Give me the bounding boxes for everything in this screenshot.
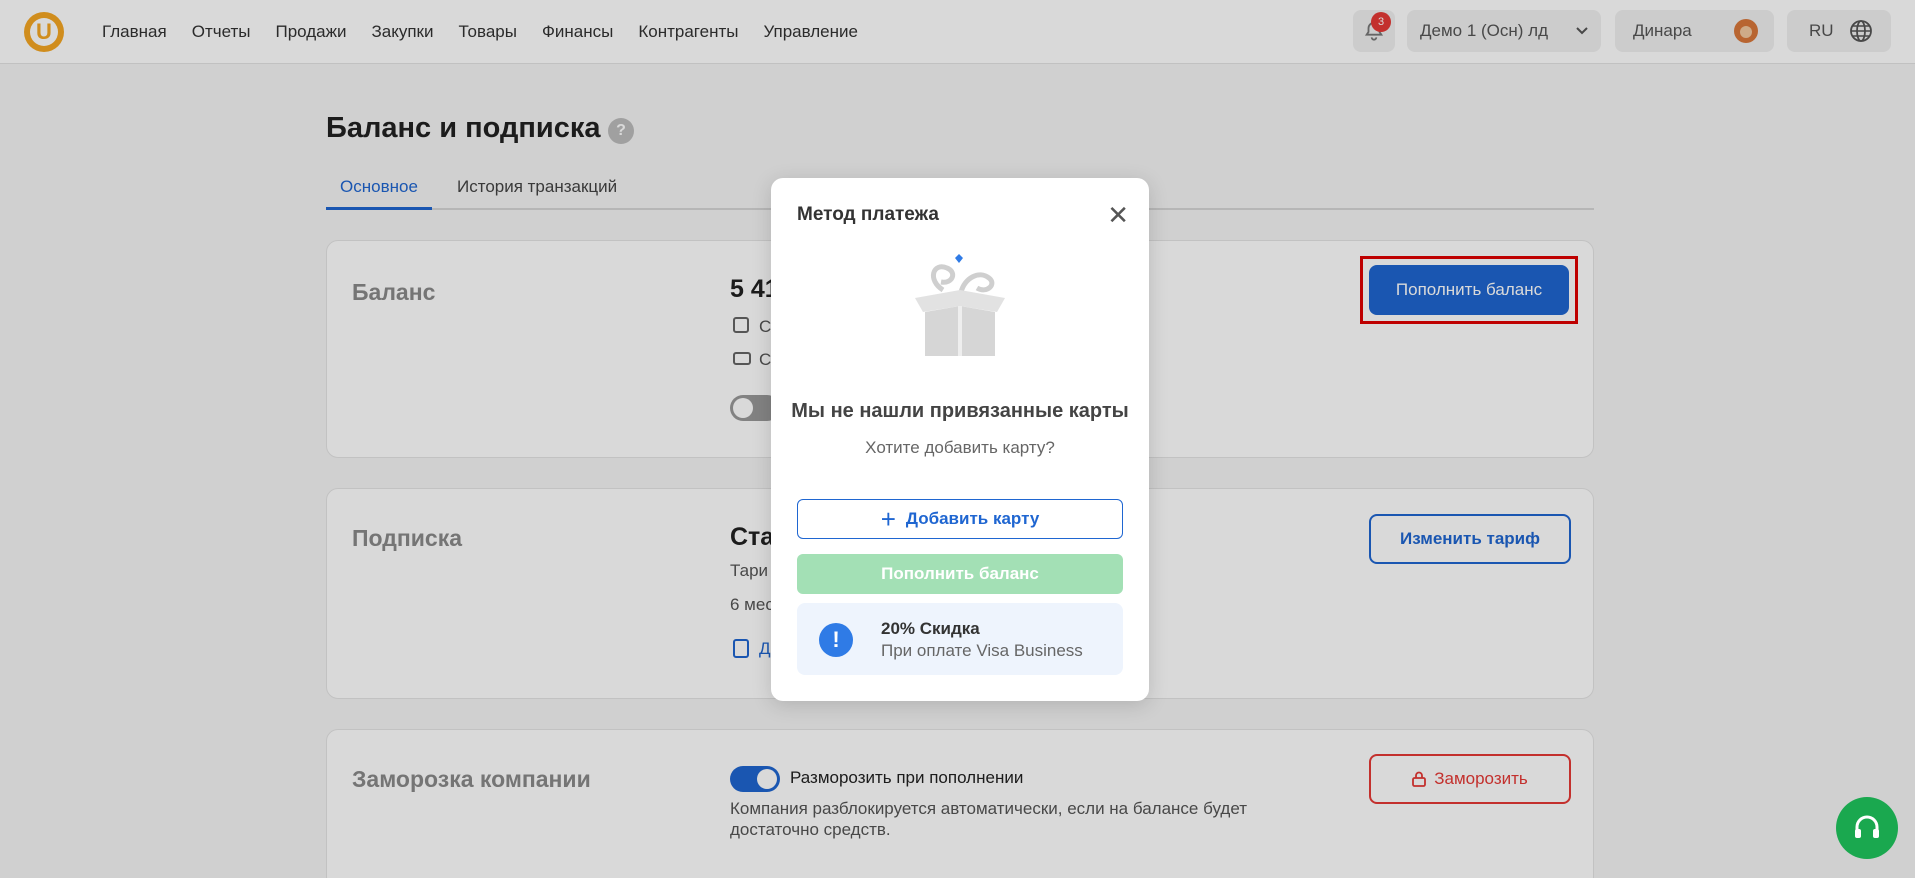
modal-topup-button[interactable]: Пополнить баланс bbox=[797, 554, 1123, 594]
plus-icon: + bbox=[880, 504, 896, 534]
promo-banner: ! 20% Скидка При оплате Visa Business bbox=[797, 603, 1123, 675]
promo-text: При оплате Visa Business bbox=[881, 641, 1083, 660]
modal-title: Метод платежа bbox=[797, 204, 939, 225]
headset-icon bbox=[1855, 815, 1879, 838]
promo-title: 20% Скидка bbox=[881, 619, 980, 638]
add-card-question: Хотите добавить карту? bbox=[865, 438, 1055, 457]
support-chat-button[interactable] bbox=[1836, 797, 1898, 859]
exclamation-icon: ! bbox=[819, 623, 853, 657]
payment-method-modal: Метод платежа ✕ Мы не нашли привязанные … bbox=[771, 178, 1149, 701]
empty-gift-box-icon bbox=[915, 254, 1005, 356]
add-card-label: Добавить карту bbox=[905, 509, 1040, 528]
close-icon[interactable]: ✕ bbox=[1107, 202, 1129, 228]
add-card-button[interactable]: + Добавить карту bbox=[797, 499, 1123, 539]
no-cards-heading: Мы не нашли привязанные карты bbox=[791, 400, 1129, 422]
